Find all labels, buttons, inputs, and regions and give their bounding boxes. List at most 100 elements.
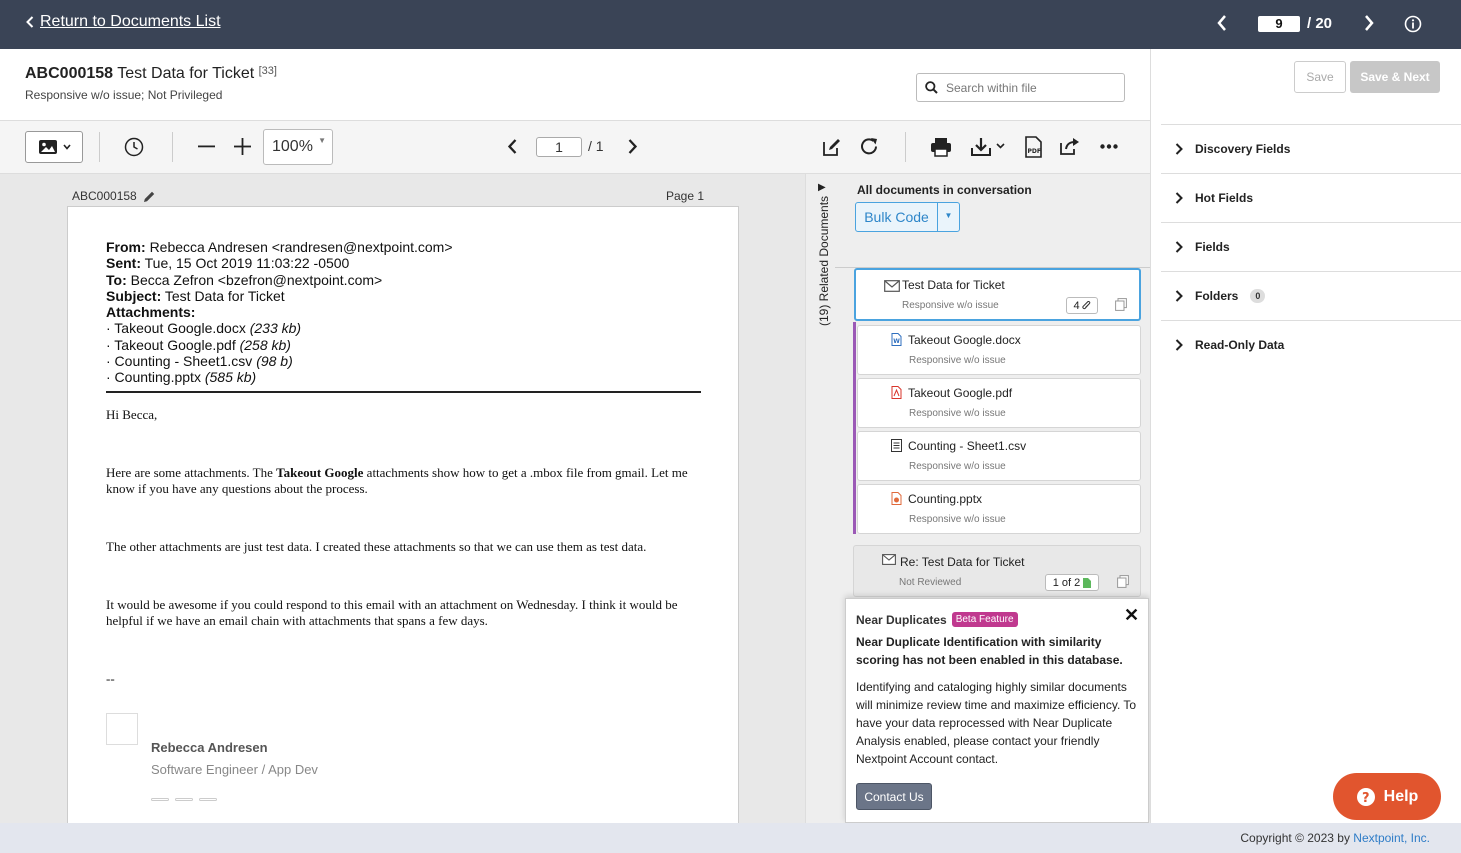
company-link[interactable]: Nextpoint, Inc. bbox=[1353, 831, 1430, 845]
near-duplicates-description: Identifying and cataloging highly simila… bbox=[856, 680, 1137, 766]
download-icon[interactable] bbox=[970, 136, 1006, 158]
copyright-text: Copyright © 2023 by Nextpoint, Inc. bbox=[1240, 831, 1430, 845]
related-item-status: Responsive w/o issue bbox=[902, 300, 999, 311]
document-pager: 9 / 20 bbox=[1181, 0, 1461, 49]
search-icon bbox=[925, 81, 938, 94]
svg-text:PDF: PDF bbox=[1028, 148, 1041, 155]
near-duplicates-notice: Near Duplicate Identification with simil… bbox=[856, 635, 1123, 667]
folders-count-badge: 0 bbox=[1250, 289, 1266, 303]
chevron-right-icon bbox=[1175, 241, 1183, 253]
email-sent-line: Sent: Tue, 15 Oct 2019 11:03:22 -0500 bbox=[106, 255, 350, 272]
search-placeholder: Search within file bbox=[946, 80, 1037, 95]
zoom-level-select[interactable]: 100% ▼ bbox=[263, 129, 333, 165]
collapse-arrow-icon[interactable]: ▶ bbox=[818, 182, 826, 193]
print-icon[interactable] bbox=[930, 137, 952, 157]
related-item-title: Takeout Google.docx bbox=[908, 333, 1021, 347]
history-icon[interactable] bbox=[124, 137, 144, 157]
view-mode-dropdown[interactable] bbox=[25, 131, 83, 163]
section-label: Read-Only Data bbox=[1195, 338, 1285, 352]
related-item-title: Re: Test Data for Ticket bbox=[900, 555, 1025, 569]
next-document-button[interactable] bbox=[1363, 14, 1375, 32]
attachment-count: 4 bbox=[1073, 299, 1080, 312]
related-item-attachment[interactable]: Takeout Google.pdf Responsive w/o issue bbox=[857, 378, 1141, 428]
share-icon[interactable] bbox=[1059, 137, 1080, 156]
document-name: Test Data for Ticket bbox=[117, 65, 255, 82]
section-label: Folders bbox=[1195, 289, 1239, 303]
copy-icon[interactable] bbox=[1117, 575, 1129, 588]
section-read-only-data[interactable]: Read-Only Data bbox=[1161, 320, 1461, 369]
section-fields[interactable]: Fields bbox=[1161, 222, 1461, 271]
copy-icon[interactable] bbox=[1115, 298, 1127, 311]
page-number-input[interactable]: 1 bbox=[536, 137, 582, 157]
related-panel-title: All documents in conversation bbox=[857, 183, 1032, 197]
near-duplicates-heading: Near Duplicates bbox=[856, 612, 947, 627]
related-documents-tab[interactable]: ▶ (19) Related Documents bbox=[805, 174, 835, 823]
info-icon[interactable] bbox=[1404, 15, 1422, 33]
related-item-title: Test Data for Ticket bbox=[902, 278, 1005, 292]
related-item-status: Responsive w/o issue bbox=[909, 461, 1006, 472]
related-item-status: Responsive w/o issue bbox=[909, 514, 1006, 525]
section-hot-fields[interactable]: Hot Fields bbox=[1161, 173, 1461, 222]
pdf-export-icon[interactable]: PDF bbox=[1024, 136, 1043, 158]
related-item-parent-email[interactable]: Test Data for Ticket Responsive w/o issu… bbox=[854, 268, 1141, 321]
annotate-icon[interactable] bbox=[821, 137, 842, 158]
svg-text:?: ? bbox=[1362, 791, 1370, 806]
signature-social-icon bbox=[151, 798, 169, 801]
near-duplicates-panel: Near Duplicates Beta Feature ✕ Near Dupl… bbox=[845, 598, 1149, 823]
email-signoff: -- bbox=[106, 671, 115, 686]
related-item-title: Counting.pptx bbox=[908, 492, 983, 506]
email-header: From: Rebecca Andresen <randresen@nextpo… bbox=[106, 239, 706, 386]
bulk-code-label: Bulk Code bbox=[856, 203, 938, 231]
previous-document-button[interactable] bbox=[1216, 14, 1228, 32]
rotate-icon[interactable] bbox=[859, 136, 880, 157]
chevron-right-icon bbox=[1175, 290, 1183, 302]
signature-social-icon bbox=[199, 798, 217, 801]
page-total-label: / 1 bbox=[588, 138, 604, 154]
document-id: ABC000158 bbox=[25, 65, 114, 82]
coding-panel: Save Save & Next Discovery Fields Hot Fi… bbox=[1150, 49, 1461, 823]
current-document-input[interactable]: 9 bbox=[1258, 16, 1300, 32]
contact-us-button[interactable]: Contact Us bbox=[856, 783, 932, 810]
zoom-out-icon[interactable] bbox=[198, 145, 215, 148]
close-icon[interactable]: ✕ bbox=[1124, 606, 1139, 624]
section-label: Discovery Fields bbox=[1195, 142, 1291, 156]
related-item-attachment[interactable]: Counting - Sheet1.csv Responsive w/o iss… bbox=[857, 431, 1141, 481]
return-to-documents-link[interactable]: Return to Documents List bbox=[26, 13, 221, 31]
viewer-toolbar: 100% ▼ 1 / 1 PDF bbox=[0, 121, 1150, 174]
email-attachment-item: · Counting.pptx (585 kb) bbox=[106, 369, 257, 386]
search-within-file-input[interactable]: Search within file bbox=[916, 73, 1125, 102]
attachment-count-badge: 4 bbox=[1066, 297, 1098, 314]
save-and-next-button[interactable]: Save & Next bbox=[1350, 61, 1440, 93]
section-label: Fields bbox=[1195, 240, 1230, 254]
zoom-level-value: 100% bbox=[272, 138, 313, 155]
email-attachment-item: · Takeout Google.pdf (258 kb) bbox=[106, 336, 291, 353]
total-documents-label: / 20 bbox=[1307, 15, 1333, 32]
toolbar-divider bbox=[172, 132, 173, 162]
more-options-icon[interactable] bbox=[1100, 144, 1118, 149]
paperclip-icon bbox=[1081, 300, 1091, 311]
bulk-code-button[interactable]: Bulk Code ▼ bbox=[855, 202, 960, 232]
green-file-icon bbox=[1083, 577, 1092, 588]
section-label: Hot Fields bbox=[1195, 191, 1254, 205]
previous-page-button[interactable] bbox=[507, 138, 518, 155]
help-button[interactable]: ? Help bbox=[1333, 773, 1441, 820]
zoom-in-icon[interactable] bbox=[234, 138, 251, 155]
email-greeting: Hi Becca, bbox=[106, 407, 158, 422]
caret-down-icon[interactable]: ▼ bbox=[938, 203, 959, 231]
pencil-icon[interactable] bbox=[143, 190, 156, 203]
next-page-button[interactable] bbox=[627, 138, 638, 155]
thread-position: 1 of 2 bbox=[1052, 576, 1081, 589]
save-button[interactable]: Save bbox=[1294, 61, 1346, 93]
image-icon bbox=[38, 139, 58, 155]
chevron-right-icon bbox=[1175, 143, 1183, 155]
email-icon bbox=[884, 280, 900, 292]
viewer-document-id: ABC000158 bbox=[72, 189, 156, 203]
document-coding-summary: Responsive w/o issue; Not Privileged bbox=[25, 88, 223, 102]
section-folders[interactable]: Folders 0 bbox=[1161, 271, 1461, 320]
section-discovery-fields[interactable]: Discovery Fields bbox=[1161, 124, 1461, 173]
related-item-attachment[interactable]: W Takeout Google.docx Responsive w/o iss… bbox=[857, 325, 1141, 375]
related-item-attachment[interactable]: Counting.pptx Responsive w/o issue bbox=[857, 484, 1141, 534]
svg-text:W: W bbox=[893, 338, 900, 345]
chevron-right-icon bbox=[1175, 339, 1183, 351]
related-item-reply-email[interactable]: Re: Test Data for Ticket Not Reviewed 1 … bbox=[853, 545, 1141, 597]
